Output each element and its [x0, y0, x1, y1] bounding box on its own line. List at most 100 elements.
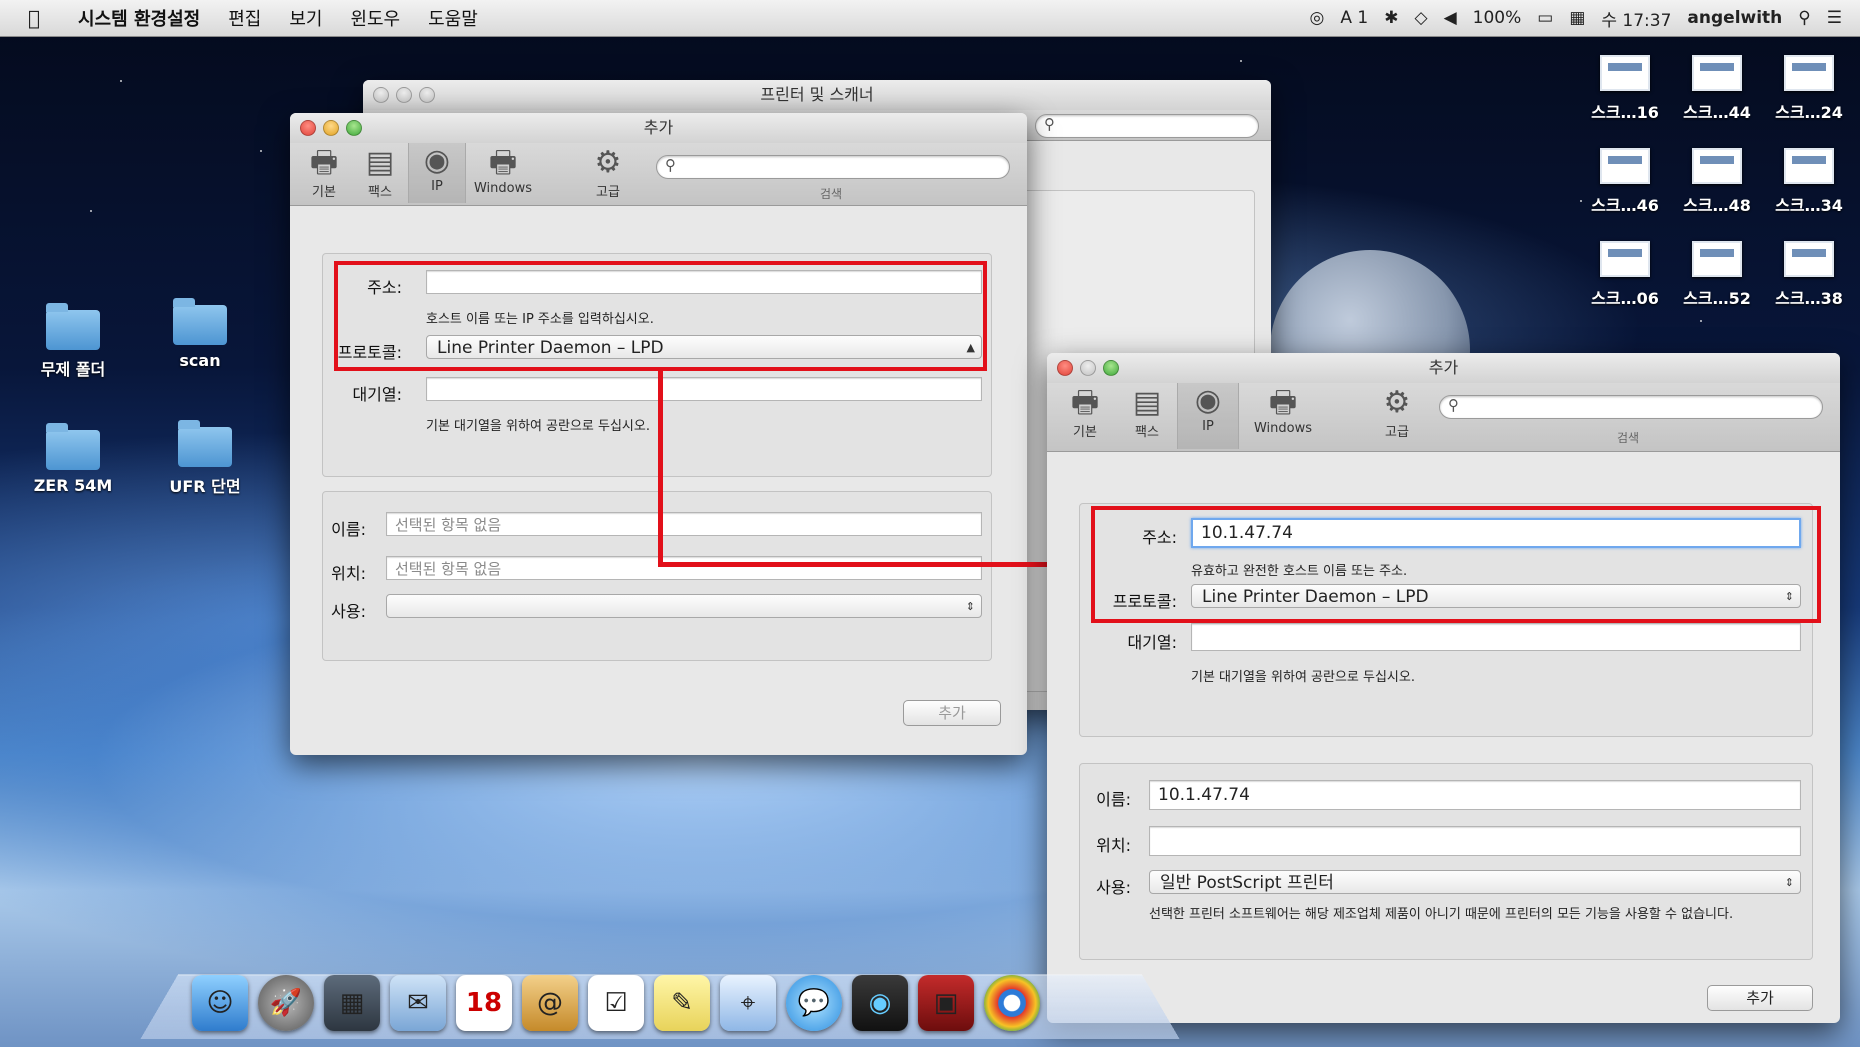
window-titlebar: 프린터 및 스캐너 [363, 80, 1271, 110]
desktop-screenshot-file[interactable]: 스크…52 [1672, 241, 1762, 309]
tab-fax[interactable]: ▤ 팩스 [1117, 385, 1177, 440]
contacts-icon[interactable]: @ [522, 975, 578, 1031]
desktop-screenshot-file[interactable]: 스크…46 [1580, 148, 1670, 216]
notification-center-icon[interactable]: ☰ [1827, 8, 1842, 28]
tab-ip[interactable]: ◉ IP [1177, 383, 1239, 449]
screenshot-thumbnail-icon [1784, 148, 1834, 184]
close-button[interactable] [300, 120, 316, 136]
use-label: 사용: [1096, 878, 1131, 897]
mission-control-icon[interactable]: ▦ [324, 975, 380, 1031]
close-button[interactable] [1057, 360, 1073, 376]
close-button[interactable] [373, 87, 389, 103]
chrome-icon[interactable] [984, 975, 1040, 1031]
tab-advanced[interactable]: ⚙ 고급 [1367, 385, 1427, 440]
folder-icon [173, 298, 227, 345]
apple-menu-icon[interactable]:  [28, 6, 58, 30]
minimize-button[interactable] [323, 120, 339, 136]
name-input[interactable]: 10.1.47.74 [1149, 780, 1801, 810]
time-machine-icon[interactable]: ◎ [1310, 8, 1325, 28]
flag-icon[interactable]: ▦ [1569, 8, 1585, 28]
tab-label: Windows [1253, 421, 1313, 436]
tab-label: 고급 [1385, 425, 1409, 440]
bluetooth-icon[interactable]: ✱ [1384, 8, 1398, 28]
menu-app-name[interactable]: 시스템 환경설정 [78, 5, 200, 31]
desktop-screenshot-file[interactable]: 스크…34 [1764, 148, 1854, 216]
folder-label: ZER 54M [33, 476, 113, 495]
location-input[interactable]: 선택된 항목 없음 [386, 556, 982, 580]
reminders-icon[interactable]: ☑ [588, 975, 644, 1031]
use-driver-select[interactable]: ⇕ [386, 594, 982, 618]
desktop-screenshot-file[interactable]: 스크…38 [1764, 241, 1854, 309]
queue-hint: 기본 대기열을 위하여 공란으로 두십시오. [426, 419, 650, 434]
desktop-folder[interactable]: scan [145, 298, 255, 370]
search-field[interactable]: ⚲ [1439, 395, 1823, 419]
finder-icon[interactable]: ☺ [192, 975, 248, 1031]
queue-label: 대기열: [1127, 633, 1177, 652]
search-field[interactable]: ⚲ [656, 155, 1010, 179]
spotlight-search-icon[interactable]: ⚲ [1798, 8, 1810, 28]
queue-input[interactable] [1191, 623, 1801, 651]
desktop-folder[interactable]: ZER 54M [18, 423, 128, 495]
name-label: 이름: [331, 520, 366, 539]
add-button[interactable]: 추가 [903, 700, 1001, 726]
desktop-folder[interactable]: UFR 단면 [150, 420, 260, 497]
notes-icon[interactable]: ✎ [654, 975, 710, 1031]
tab-windows[interactable]: 🖶 Windows [468, 145, 538, 196]
keyboard-input-icon[interactable]: A 1 [1340, 8, 1368, 28]
desktop-screenshot-file[interactable]: 스크…48 [1672, 148, 1762, 216]
tab-ip[interactable]: ◉ IP [408, 143, 466, 203]
location-label: 위치: [1096, 836, 1131, 855]
minimize-button[interactable] [396, 87, 412, 103]
zoom-button[interactable] [1103, 360, 1119, 376]
queue-input[interactable] [426, 377, 982, 401]
tab-windows[interactable]: 🖶 Windows [1243, 385, 1323, 436]
folder-icon [46, 423, 100, 470]
zoom-button[interactable] [346, 120, 362, 136]
menu-help[interactable]: 도움말 [428, 5, 478, 31]
clock[interactable]: 수 17:37 [1601, 6, 1671, 31]
tab-advanced[interactable]: ⚙ 고급 [580, 145, 636, 200]
minimize-button[interactable] [1080, 360, 1096, 376]
screenshot-thumbnail-icon [1600, 241, 1650, 277]
updown-chevron-icon: ⇕ [1784, 876, 1794, 889]
desktop-screenshot-file[interactable]: 스크…24 [1764, 55, 1854, 123]
maps-icon[interactable]: ⌖ [720, 975, 776, 1031]
launchpad-icon[interactable]: 🚀 [258, 975, 314, 1031]
user-name[interactable]: angelwith [1687, 8, 1782, 28]
star [90, 210, 92, 212]
use-driver-select[interactable]: 일반 PostScript 프린터 ⇕ [1149, 870, 1801, 894]
use-selected-value: 일반 PostScript 프린터 [1160, 873, 1334, 893]
tab-basic[interactable]: 🖶 기본 [1055, 385, 1115, 440]
calendar-icon[interactable]: 18 [456, 975, 512, 1031]
menu-view[interactable]: 보기 [289, 5, 322, 31]
desktop-screenshot-file[interactable]: 스크…16 [1580, 55, 1670, 123]
menu-window[interactable]: 윈도우 [350, 5, 400, 31]
screenshot-thumbnail-icon [1784, 55, 1834, 91]
tab-label: IP [1202, 419, 1214, 434]
facetime-icon[interactable]: ◉ [852, 975, 908, 1031]
add-button[interactable]: 추가 [1707, 985, 1813, 1011]
photo-booth-icon[interactable]: ▣ [918, 975, 974, 1031]
zoom-button[interactable] [419, 87, 435, 103]
messages-icon[interactable]: 💬 [786, 975, 842, 1031]
name-label: 이름: [1096, 790, 1131, 809]
star [120, 80, 122, 82]
mail-stamp-icon[interactable]: ✉ [390, 975, 446, 1031]
search-field[interactable]: ⚲ [1035, 114, 1259, 138]
name-input[interactable]: 선택된 항목 없음 [386, 512, 982, 536]
location-input[interactable] [1149, 826, 1801, 856]
desktop-screenshot-file[interactable]: 스크…06 [1580, 241, 1670, 309]
desktop-folder[interactable]: 무제 폴더 [18, 303, 128, 380]
annotation-arrow-line [658, 562, 1078, 567]
desktop-screenshot-file[interactable]: 스크…44 [1672, 55, 1762, 123]
file-label: 스크…48 [1683, 196, 1751, 215]
wifi-icon[interactable]: ◇ [1414, 8, 1427, 28]
volume-icon[interactable]: ◀ [1444, 8, 1457, 28]
tab-fax[interactable]: ▤ 팩스 [352, 145, 408, 200]
menu-bar:  시스템 환경설정 편집 보기 윈도우 도움말 ◎ A 1 ✱ ◇ ◀ 100… [0, 0, 1860, 37]
screenshot-thumbnail-icon [1692, 148, 1742, 184]
tab-basic[interactable]: 🖶 기본 [296, 145, 352, 200]
battery-percent[interactable]: 100% [1473, 8, 1522, 28]
tab-label: IP [431, 179, 443, 194]
menu-edit[interactable]: 편집 [228, 5, 261, 31]
